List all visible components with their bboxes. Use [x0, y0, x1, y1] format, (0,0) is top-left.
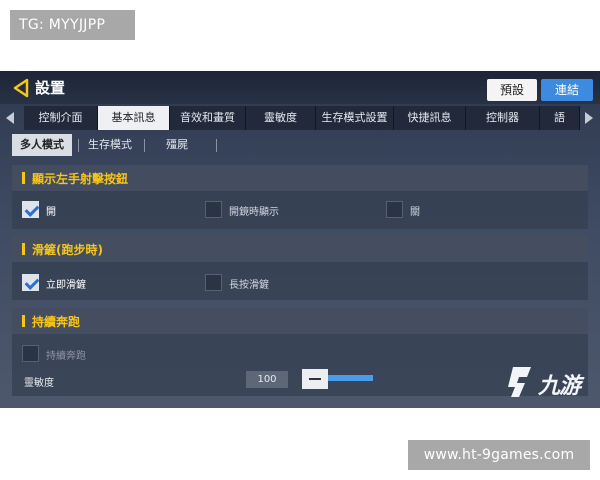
- option-label: 關: [410, 207, 420, 218]
- tab-scroll-left-icon[interactable]: [6, 112, 14, 124]
- option-label: 持續奔跑: [46, 351, 86, 362]
- section-title: 持續奔跑: [32, 315, 81, 329]
- section-marker: [22, 172, 25, 184]
- mode-subtab-bar: 多人模式 生存模式 殭屍: [6, 134, 594, 156]
- option-label: 開: [46, 207, 56, 218]
- section-left-fire-button: 顯示左手射擊按鈕 開 開鏡時顯示 關: [12, 165, 588, 229]
- subtab-multiplayer[interactable]: 多人模式: [12, 134, 72, 156]
- section-marker: [22, 315, 25, 327]
- sensitivity-slider-track[interactable]: [373, 375, 413, 381]
- tab-audio-graphics[interactable]: 音效和畫質: [170, 106, 246, 130]
- subtab-zombies[interactable]: 殭屍: [166, 134, 188, 156]
- logo-text: 九游: [538, 374, 581, 399]
- checkbox-unchecked[interactable]: [205, 274, 222, 291]
- subtab-divider: [216, 139, 217, 152]
- section-marker: [22, 243, 25, 255]
- option-label: 立即滑鏟: [46, 280, 86, 291]
- option-label: 長按滑鏟: [229, 280, 269, 291]
- tab-controller[interactable]: 控制器: [466, 106, 540, 130]
- main-tab-bar: 控制介面 基本訊息 音效和畫質 靈敏度 生存模式設置 快捷訊息 控制器 語: [0, 105, 600, 131]
- top-bar: 設置 預設 連結: [0, 71, 600, 104]
- checkbox-unchecked[interactable]: [22, 345, 39, 362]
- section-title: 滑鏟(跑步時): [32, 243, 103, 257]
- section-sprint: 持續奔跑 持續奔跑: [12, 308, 588, 396]
- game-settings-screen: 設置 預設 連結 控制介面 基本訊息 音效和畫質 靈敏度 生存模式設置 快捷訊息…: [0, 71, 600, 408]
- checkbox-checked[interactable]: [22, 274, 39, 291]
- back-arrow-icon[interactable]: [12, 78, 32, 98]
- watermark-top: TG: MYYJJPP: [10, 10, 135, 40]
- checkbox-checked[interactable]: [22, 201, 39, 218]
- tab-basic-info[interactable]: 基本訊息: [98, 106, 170, 130]
- link-button[interactable]: 連結: [541, 79, 593, 101]
- subtab-divider: [78, 139, 79, 152]
- sensitivity-value[interactable]: 100: [246, 371, 288, 388]
- preset-button[interactable]: 預設: [487, 79, 537, 101]
- tab-survival-settings[interactable]: 生存模式設置: [316, 106, 394, 130]
- watermark-bottom: www.ht-9games.com: [408, 440, 590, 470]
- checkbox-unchecked[interactable]: [205, 201, 222, 218]
- section-header: 顯示左手射擊按鈕: [12, 165, 588, 191]
- page-title: 設置: [35, 79, 66, 97]
- subtab-survival[interactable]: 生存模式: [88, 134, 132, 156]
- option-label: 開鏡時顯示: [229, 207, 279, 218]
- section-slide: 滑鏟(跑步時) 立即滑鏟 長按滑鏟: [12, 236, 588, 300]
- tab-scroll-right-icon[interactable]: [585, 112, 593, 124]
- checkbox-unchecked[interactable]: [386, 201, 403, 218]
- section-title: 顯示左手射擊按鈕: [32, 172, 129, 186]
- sensitivity-label: 靈敏度: [24, 378, 54, 389]
- tab-quick-messages[interactable]: 快捷訊息: [394, 106, 466, 130]
- tab-sensitivity[interactable]: 靈敏度: [246, 106, 316, 130]
- decrease-button[interactable]: [302, 369, 328, 389]
- subtab-divider: [144, 139, 145, 152]
- section-header: 持續奔跑: [12, 308, 588, 334]
- tab-language[interactable]: 語: [540, 106, 580, 130]
- sensitivity-slider-fill[interactable]: [328, 375, 373, 381]
- tab-controls[interactable]: 控制介面: [24, 106, 98, 130]
- section-header: 滑鏟(跑步時): [12, 236, 588, 262]
